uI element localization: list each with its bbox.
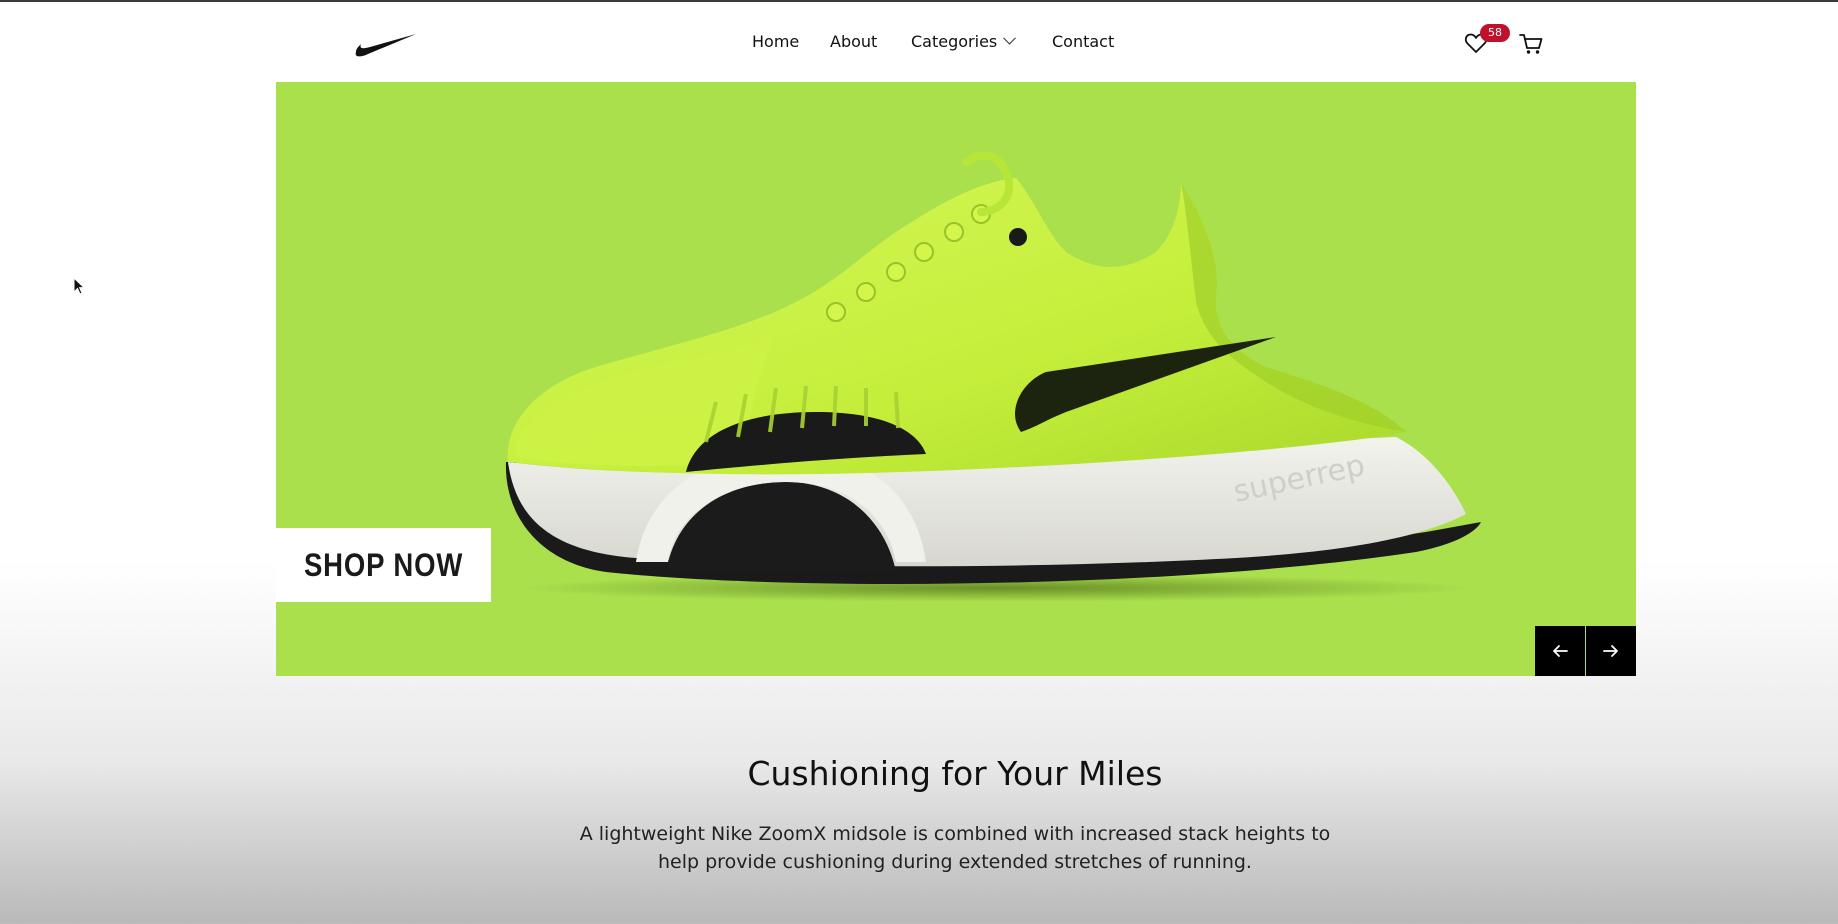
nav-about[interactable]: About [830, 32, 877, 51]
arrow-right-icon [1603, 645, 1618, 657]
nav-categories-label: Categories [911, 32, 998, 51]
arrow-left-icon [1553, 645, 1568, 657]
nav-home[interactable]: Home [752, 32, 799, 51]
chevron-down-icon [1003, 31, 1017, 45]
nav-categories[interactable]: Categories [911, 31, 1017, 51]
main-nav: Home About Categories Contact [0, 31, 1838, 58]
section-description-line-2: help provide cushioning during extended … [658, 851, 1252, 873]
slider-next-button[interactable] [1586, 626, 1636, 676]
hero-banner: superrep SHOP NOW [276, 82, 1636, 676]
section-title: Cushioning for Your Miles [747, 754, 1163, 793]
shop-now-label: SHOP NOW [303, 546, 464, 583]
cart-icon[interactable] [1519, 33, 1543, 55]
wishlist-count-badge: 58 [1480, 24, 1510, 42]
site-header: Home About Categories Contact 58 [0, 2, 1838, 82]
shop-now-button[interactable]: SHOP NOW [276, 528, 491, 602]
slider-prev-button[interactable] [1535, 626, 1585, 676]
nav-contact[interactable]: Contact [1052, 32, 1114, 51]
section-description-line-1: A lightweight Nike ZoomX midsole is comb… [579, 823, 1331, 845]
section-description: A lightweight Nike ZoomX midsole is comb… [555, 820, 1355, 876]
mouse-cursor-icon [73, 277, 86, 295]
